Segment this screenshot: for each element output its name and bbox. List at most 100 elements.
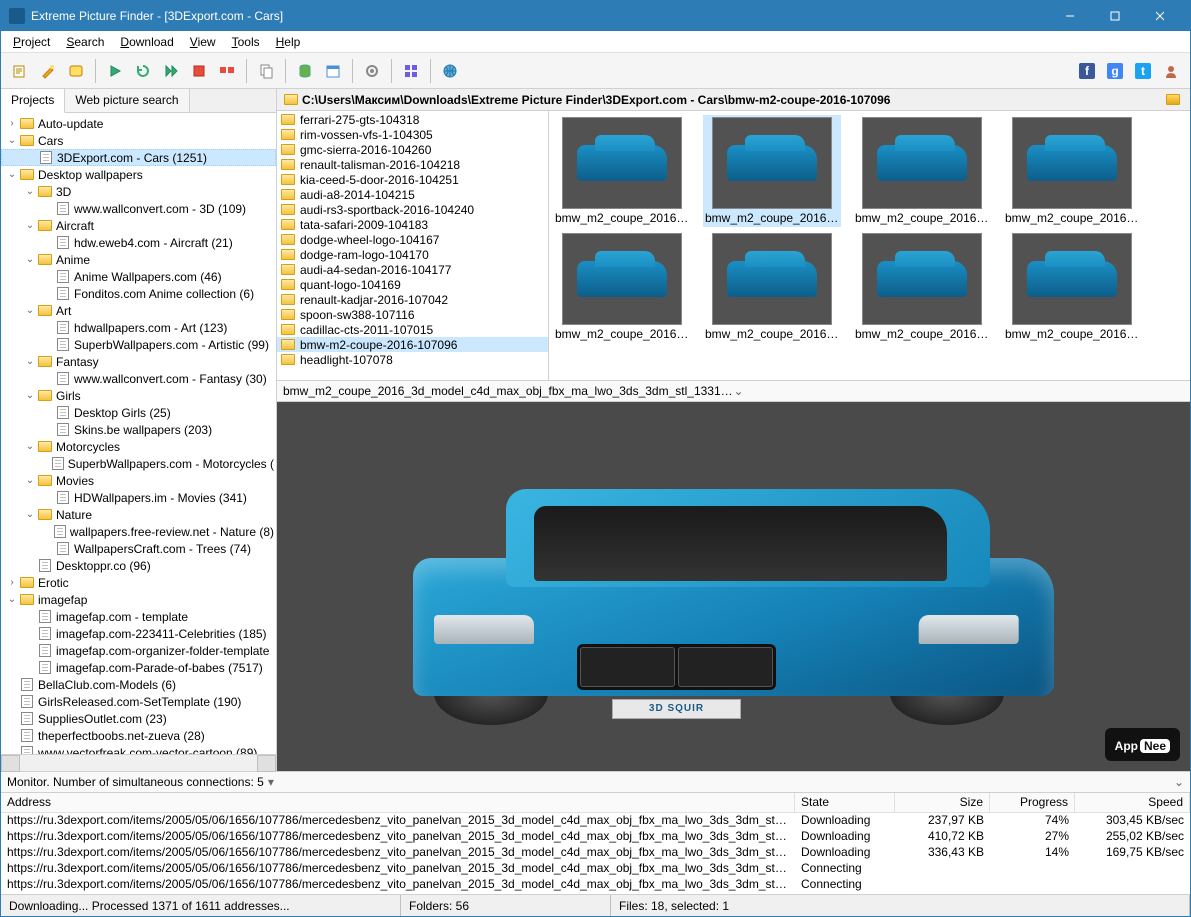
tree-item[interactable]: Fonditos.com Anime collection (6) bbox=[1, 285, 276, 302]
tree-item[interactable]: Desktop Girls (25) bbox=[1, 404, 276, 421]
settings-icon[interactable] bbox=[359, 58, 385, 84]
tree-item[interactable]: ⌄Art bbox=[1, 302, 276, 319]
grid-icon[interactable] bbox=[398, 58, 424, 84]
thumbnail[interactable]: bmw_m2_coupe_2016_3d... bbox=[853, 231, 991, 343]
tree-item[interactable]: theperfectboobs.net-zueva (28) bbox=[1, 727, 276, 744]
folder-item[interactable]: dodge-ram-logo-104170 bbox=[277, 247, 548, 262]
tree-item[interactable]: SuperbWallpapers.com - Artistic (99) bbox=[1, 336, 276, 353]
chevron-down-icon[interactable]: ⌄ bbox=[734, 384, 1185, 398]
stop-all-icon[interactable] bbox=[214, 58, 240, 84]
folder-item[interactable]: renault-kadjar-2016-107042 bbox=[277, 292, 548, 307]
col-size[interactable]: Size bbox=[895, 793, 990, 812]
stop-icon[interactable] bbox=[186, 58, 212, 84]
tree-item[interactable]: ⌄Desktop wallpapers bbox=[1, 166, 276, 183]
folder-item[interactable]: quant-logo-104169 bbox=[277, 277, 548, 292]
thumbnail[interactable]: bmw_m2_coupe_2016_3d... bbox=[553, 231, 691, 343]
maximize-button[interactable] bbox=[1092, 1, 1137, 31]
tree-item[interactable]: GirlsReleased.com-SetTemplate (190) bbox=[1, 693, 276, 710]
tree-item[interactable]: ⌄Anime bbox=[1, 251, 276, 268]
col-address[interactable]: Address bbox=[1, 793, 795, 812]
chevron-down-icon[interactable]: ⌄ bbox=[1174, 775, 1184, 789]
tree-item[interactable]: Desktoppr.co (96) bbox=[1, 557, 276, 574]
tree-item[interactable]: www.wallconvert.com - 3D (109) bbox=[1, 200, 276, 217]
tree-item[interactable]: wallpapers.free-review.net - Nature (8) bbox=[1, 523, 276, 540]
download-row[interactable]: https://ru.3dexport.com/items/2005/05/06… bbox=[1, 845, 1190, 861]
tab-web-search[interactable]: Web picture search bbox=[65, 89, 189, 112]
tree-item[interactable]: HDWallpapers.im - Movies (341) bbox=[1, 489, 276, 506]
folder-item[interactable]: headlight-107078 bbox=[277, 352, 548, 367]
folder-item[interactable]: gmc-sierra-2016-104260 bbox=[277, 142, 548, 157]
tree-item[interactable]: BellaClub.com-Models (6) bbox=[1, 676, 276, 693]
tree-item[interactable]: ⌄Nature bbox=[1, 506, 276, 523]
tree-item[interactable]: hdw.eweb4.com - Aircraft (21) bbox=[1, 234, 276, 251]
thumbnail[interactable]: bmw_m2_coupe_2016_3d... bbox=[703, 115, 841, 227]
tree-item[interactable]: 3DExport.com - Cars (1251) bbox=[1, 149, 276, 166]
menu-help[interactable]: Help bbox=[268, 33, 309, 51]
download-row[interactable]: https://ru.3dexport.com/items/2005/05/06… bbox=[1, 813, 1190, 829]
tree-item[interactable]: imagefap.com - template bbox=[1, 608, 276, 625]
tree-item[interactable]: ⌄Motorcycles bbox=[1, 438, 276, 455]
monitor-dropdown-icon[interactable]: ▾ bbox=[268, 775, 274, 789]
menu-view[interactable]: View bbox=[182, 33, 224, 51]
col-speed[interactable]: Speed bbox=[1075, 793, 1190, 812]
preview-pane[interactable]: 3D SQUIR AppNee bbox=[277, 402, 1190, 771]
tree-item[interactable]: SuppliesOutlet.com (23) bbox=[1, 710, 276, 727]
properties-icon[interactable] bbox=[63, 58, 89, 84]
folder-item[interactable]: spoon-sw388-107116 bbox=[277, 307, 548, 322]
folder-item[interactable]: audi-a4-sedan-2016-104177 bbox=[277, 262, 548, 277]
folder-item[interactable]: bmw-m2-coupe-2016-107096 bbox=[277, 337, 548, 352]
tree-item[interactable]: imagefap.com-223411-Celebrities (185) bbox=[1, 625, 276, 642]
download-row[interactable]: https://ru.3dexport.com/items/2005/05/06… bbox=[1, 829, 1190, 845]
thumbnail-grid[interactable]: bmw_m2_coupe_2016_3d...bmw_m2_coupe_2016… bbox=[549, 111, 1190, 380]
menu-download[interactable]: Download bbox=[112, 33, 181, 51]
folder-list[interactable]: ferrari-275-gts-104318rim-vossen-vfs-1-1… bbox=[277, 111, 549, 380]
tree-item[interactable]: ⌄Aircraft bbox=[1, 217, 276, 234]
close-button[interactable] bbox=[1137, 1, 1182, 31]
tree-item[interactable]: ›Auto-update bbox=[1, 115, 276, 132]
twitter-icon[interactable]: t bbox=[1130, 58, 1156, 84]
tree-item[interactable]: ›Erotic bbox=[1, 574, 276, 591]
start-icon[interactable] bbox=[102, 58, 128, 84]
tree-item[interactable]: imagefap.com-organizer-folder-template bbox=[1, 642, 276, 659]
tree-item[interactable]: imagefap.com-Parade-of-babes (7517) bbox=[1, 659, 276, 676]
col-state[interactable]: State bbox=[795, 793, 895, 812]
download-row[interactable]: https://ru.3dexport.com/items/2005/05/06… bbox=[1, 877, 1190, 893]
wizard-icon[interactable] bbox=[35, 58, 61, 84]
folder-item[interactable]: kia-ceed-5-door-2016-104251 bbox=[277, 172, 548, 187]
facebook-icon[interactable]: f bbox=[1074, 58, 1100, 84]
tree-item[interactable]: Skins.be wallpapers (203) bbox=[1, 421, 276, 438]
folder-item[interactable]: cadillac-cts-2011-107015 bbox=[277, 322, 548, 337]
tree-scrollbar[interactable] bbox=[1, 754, 276, 771]
menu-project[interactable]: Project bbox=[5, 33, 58, 51]
tree-item[interactable]: ⌄3D bbox=[1, 183, 276, 200]
thumbnail[interactable]: bmw_m2_coupe_2016_3d... bbox=[703, 231, 841, 343]
skip-icon[interactable] bbox=[158, 58, 184, 84]
open-folder-icon[interactable] bbox=[1165, 93, 1181, 107]
new-project-icon[interactable] bbox=[7, 58, 33, 84]
copy-icon[interactable] bbox=[253, 58, 279, 84]
download-header[interactable]: Address State Size Progress Speed bbox=[1, 793, 1190, 813]
tab-projects[interactable]: Projects bbox=[1, 89, 65, 113]
tree-item[interactable]: Anime Wallpapers.com (46) bbox=[1, 268, 276, 285]
folder-item[interactable]: ferrari-275-gts-104318 bbox=[277, 112, 548, 127]
minimize-button[interactable] bbox=[1047, 1, 1092, 31]
database-icon[interactable] bbox=[292, 58, 318, 84]
menu-tools[interactable]: Tools bbox=[224, 33, 268, 51]
tree-item[interactable]: ⌄Cars bbox=[1, 132, 276, 149]
globe-icon[interactable] bbox=[437, 58, 463, 84]
thumbnail[interactable]: bmw_m2_coupe_2016_3d... bbox=[553, 115, 691, 227]
tree-item[interactable]: ⌄imagefap bbox=[1, 591, 276, 608]
menu-search[interactable]: Search bbox=[58, 33, 112, 51]
folder-item[interactable]: audi-a8-2014-104215 bbox=[277, 187, 548, 202]
restart-icon[interactable] bbox=[130, 58, 156, 84]
titlebar[interactable]: Extreme Picture Finder - [3DExport.com -… bbox=[1, 1, 1190, 31]
folder-item[interactable]: rim-vossen-vfs-1-104305 bbox=[277, 127, 548, 142]
tree-item[interactable]: ⌄Movies bbox=[1, 472, 276, 489]
tree-item[interactable]: SuperbWallpapers.com - Motorcycles ( bbox=[1, 455, 276, 472]
support-icon[interactable] bbox=[1158, 58, 1184, 84]
col-progress[interactable]: Progress bbox=[990, 793, 1075, 812]
thumbnail[interactable]: bmw_m2_coupe_2016_3d... bbox=[1003, 231, 1141, 343]
folder-item[interactable]: tata-safari-2009-104183 bbox=[277, 217, 548, 232]
tree-item[interactable]: www.vectorfreak.com-vector-cartoon (89) bbox=[1, 744, 276, 754]
tree-item[interactable]: WallpapersCraft.com - Trees (74) bbox=[1, 540, 276, 557]
